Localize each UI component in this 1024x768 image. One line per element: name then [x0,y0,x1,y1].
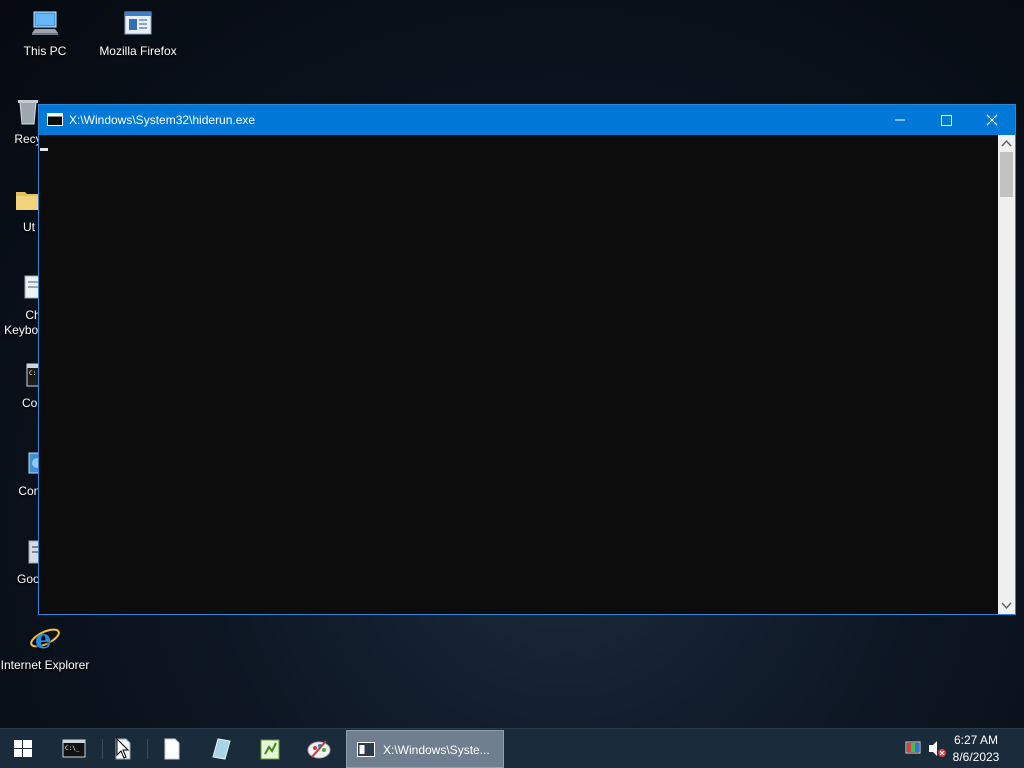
ie-icon: e [29,622,61,655]
taskbar-blank-document[interactable] [149,729,195,768]
svg-text:C:: C: [29,370,36,377]
text-cursor [40,148,48,151]
scroll-up-icon[interactable] [998,135,1015,152]
maximize-icon [941,115,952,126]
taskbar-clock[interactable]: 6:27 AM 8/6/2023 [946,732,1006,766]
window-titlebar[interactable]: X:\Windows\System32\hiderun.exe [39,105,1015,135]
blank-document-icon [164,738,180,760]
scrollbar-thumb[interactable] [1000,152,1013,197]
taskbar-paint[interactable] [296,729,342,768]
desktop-icon-internet-explorer[interactable]: e Internet Explorer [0,622,90,673]
desktop-icon-label: Internet Explorer [0,658,90,672]
windows-start-icon [14,740,32,757]
system-tray [900,729,950,768]
computer-icon [29,8,61,40]
close-button[interactable] [969,105,1015,135]
taskbar-separator [147,739,148,759]
taskbar-notepad-plus[interactable] [247,729,293,768]
command-prompt-icon: C:\_ [62,739,86,758]
scroll-down-icon[interactable] [998,597,1015,614]
taskbar-notes[interactable] [198,729,244,768]
close-icon [986,114,998,126]
svg-text:C:\_: C:\_ [65,745,80,752]
minimize-icon [895,119,905,121]
taskbar-command-prompt[interactable]: C:\_ [51,729,97,768]
console-window-icon [47,113,63,126]
maximize-button[interactable] [923,105,969,135]
svg-text:e: e [35,625,52,654]
window-title: X:\Windows\System32\hiderun.exe [69,113,256,127]
desktop-icon-label: Mozilla Firefox [99,44,177,58]
desktop-icon-this-pc[interactable]: This PC [0,8,90,59]
vertical-scrollbar[interactable] [998,135,1015,614]
console-window[interactable]: X:\Windows\System32\hiderun.exe [38,104,1016,615]
firefox-icon [122,8,154,40]
paint-icon [307,740,331,759]
notes-icon [212,738,231,760]
desktop-icon-firefox[interactable]: Mozilla Firefox [93,8,183,59]
color-display-icon[interactable] [904,729,924,768]
desktop-icon-label: This PC [23,44,67,58]
taskbar-active-window[interactable]: X:\Windows\Syste... [346,730,504,768]
taskbar-active-window-label: X:\Windows\Syste... [383,743,490,757]
clock-time: 6:27 AM [953,733,999,747]
notepad-plus-icon [260,739,280,760]
mouse-cursor-icon [116,738,130,759]
console-output-area[interactable] [39,135,998,614]
minimize-button[interactable] [877,105,923,135]
start-button[interactable] [0,729,46,768]
volume-muted-icon[interactable] [926,729,948,768]
taskbar: C:\_ X:\Windows\Syste... 6:27 AM 8/6/202… [0,728,1024,768]
console-window-icon [357,742,375,757]
clock-date: 8/6/2023 [952,750,1000,764]
